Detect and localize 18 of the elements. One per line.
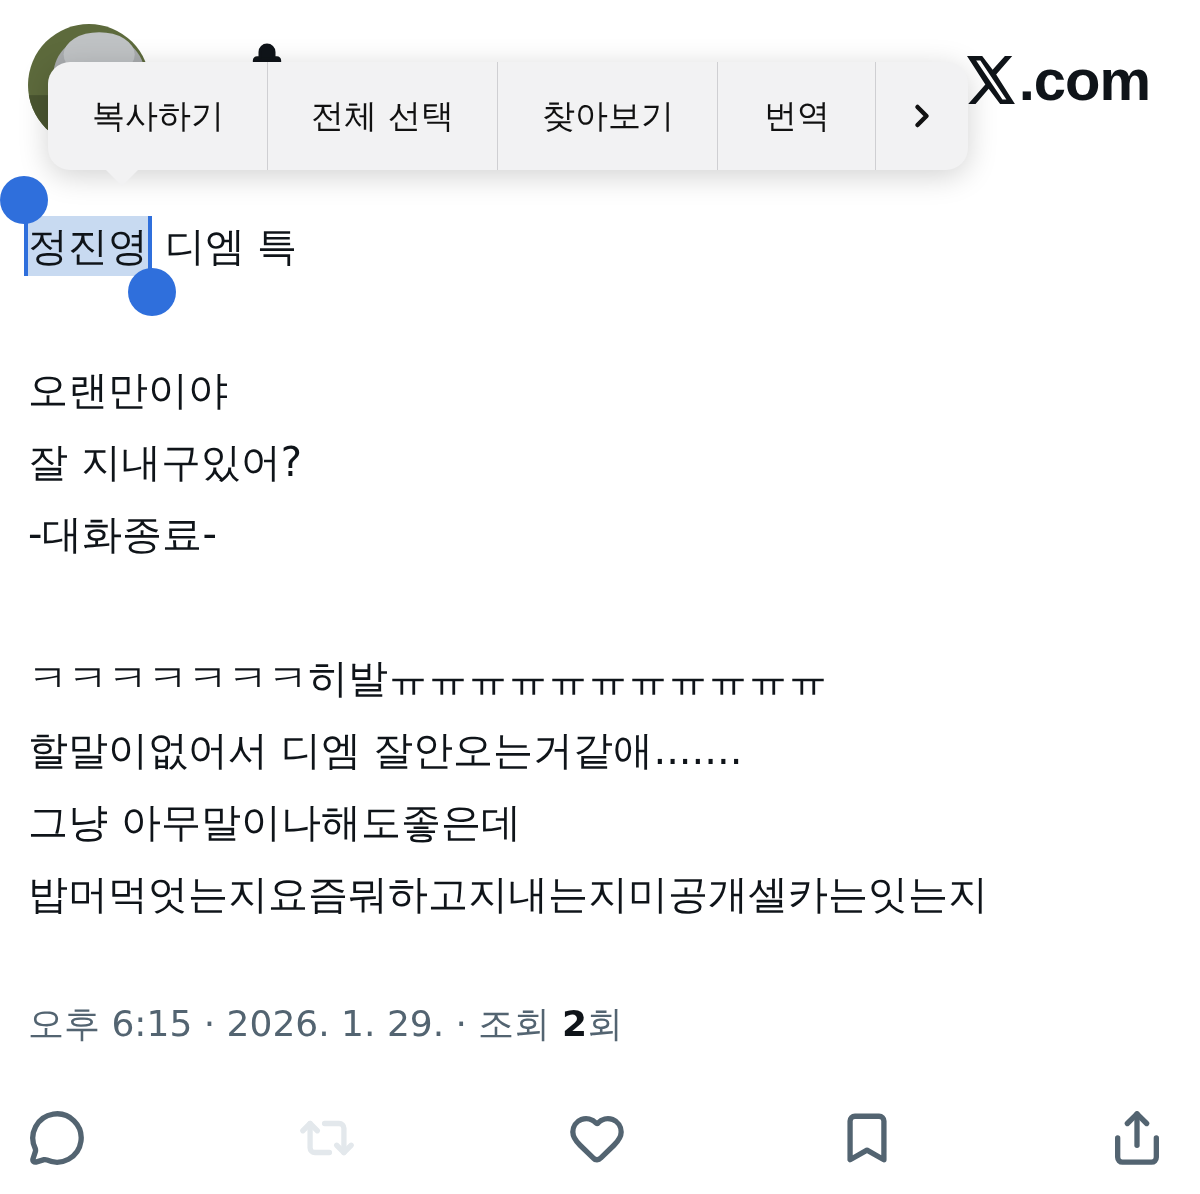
post-meta: 오후 6:15 · 2026. 1. 29. · 조회 2회 (28, 1002, 624, 1046)
menu-item[interactable]: 찾아보기 (498, 62, 718, 170)
post-text: 잘 지내구있어? (28, 439, 302, 485)
menu-item[interactable]: 복사하기 (48, 62, 268, 170)
selection-handle[interactable] (0, 176, 48, 224)
selection-handle[interactable] (128, 268, 176, 316)
x-logo-icon (966, 55, 1017, 104)
menu-item[interactable]: 전체 선택 (268, 62, 498, 170)
post-text: 디엠 특 (163, 223, 298, 269)
menu-item[interactable]: 번역 (718, 62, 876, 170)
post-text: ㅋㅋㅋㅋㅋㅋㅋ히발ㅠㅠㅠㅠㅠㅠㅠㅠㅠㅠㅠ (28, 655, 828, 701)
post-text: -대화종료- (28, 511, 217, 557)
post-text: 그냥 아무말이나해도좋은데 (28, 799, 521, 845)
post-text: 할말이없어서 디엠 잘안오는거같애....... (28, 727, 743, 773)
post-text: 밥머먹엇는지요즘뭐하고지내는지미공개셀카는잇는지 (28, 871, 988, 917)
brand-text: .com (1018, 46, 1150, 113)
post-text: 오랜만이야 (28, 367, 228, 413)
reply-button[interactable] (28, 1109, 86, 1167)
